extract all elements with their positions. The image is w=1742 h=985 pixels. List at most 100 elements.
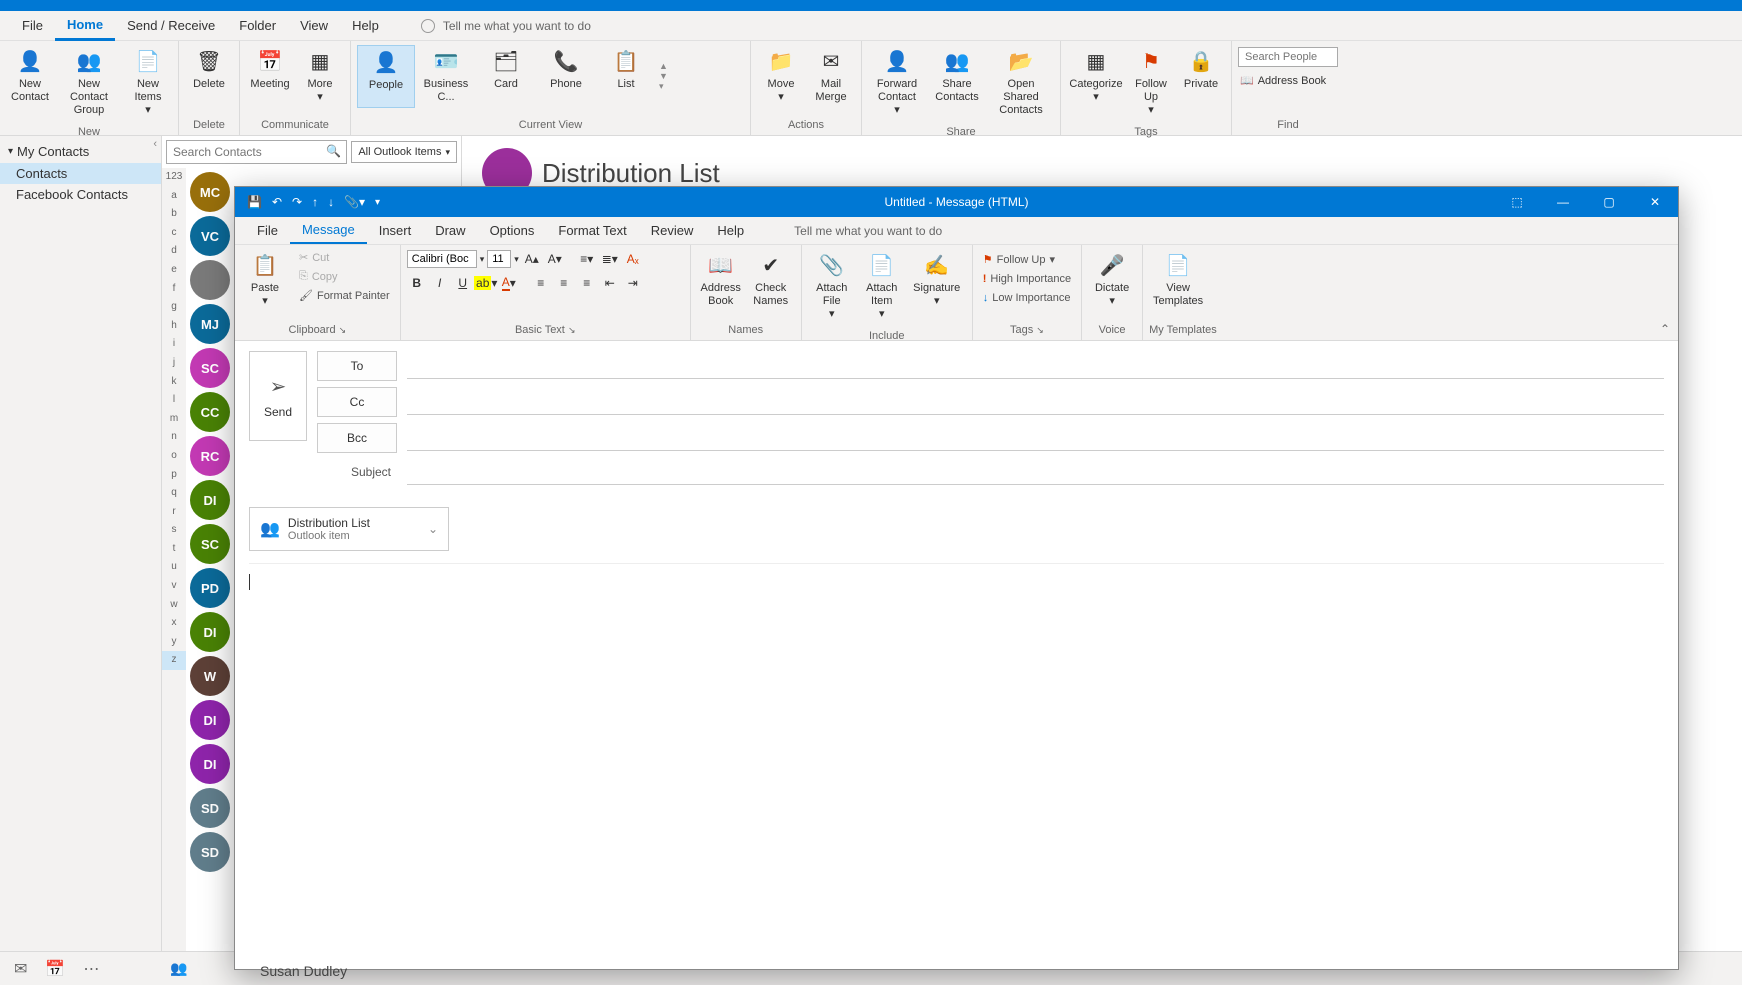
- chevron-down-icon[interactable]: ▾: [514, 254, 519, 265]
- maximize-button[interactable]: ▢: [1586, 187, 1632, 217]
- msg-tab-help[interactable]: Help: [705, 218, 756, 243]
- align-right-button[interactable]: ≡: [577, 273, 597, 293]
- nav-item-contacts[interactable]: Contacts: [0, 163, 161, 184]
- msg-tell-me[interactable]: Tell me what you want to do: [786, 224, 942, 238]
- high-importance-button[interactable]: !High Importance: [979, 271, 1075, 287]
- letter-t[interactable]: t: [162, 540, 186, 559]
- save-icon[interactable]: 💾: [247, 195, 262, 209]
- letter-x[interactable]: x: [162, 614, 186, 633]
- qat-more-icon[interactable]: ▾: [375, 197, 380, 208]
- letter-f[interactable]: f: [162, 280, 186, 299]
- nav-my-contacts[interactable]: ▾ My Contacts: [0, 140, 161, 163]
- font-color-button[interactable]: A▾: [499, 273, 519, 293]
- tab-view[interactable]: View: [288, 12, 340, 39]
- msg-tab-insert[interactable]: Insert: [367, 218, 424, 243]
- address-book-button[interactable]: 📖Address Book: [697, 249, 745, 312]
- letter-k[interactable]: k: [162, 373, 186, 392]
- copy-button[interactable]: ⎘Copy: [295, 268, 394, 285]
- letter-i[interactable]: i: [162, 335, 186, 354]
- letter-u[interactable]: u: [162, 558, 186, 577]
- shrink-font-button[interactable]: A▾: [545, 249, 565, 269]
- signature-button[interactable]: ✍Signature ▾: [908, 249, 966, 326]
- contact-avatar[interactable]: [190, 260, 230, 300]
- letter-y[interactable]: y: [162, 633, 186, 652]
- cut-button[interactable]: ✂Cut: [295, 249, 394, 266]
- letter-q[interactable]: q: [162, 484, 186, 503]
- forward-contact-button[interactable]: 👤Forward Contact ▾: [868, 45, 926, 122]
- contact-avatar[interactable]: MJ: [190, 304, 230, 344]
- letter-v[interactable]: v: [162, 577, 186, 596]
- letter-c[interactable]: c: [162, 224, 186, 243]
- prev-icon[interactable]: ↑: [312, 195, 318, 209]
- mail-view-icon[interactable]: ✉: [14, 959, 27, 979]
- categorize-button[interactable]: ▦Categorize ▾: [1067, 45, 1125, 122]
- dialog-launcher-icon[interactable]: ↘: [339, 325, 347, 335]
- tab-help[interactable]: Help: [340, 12, 391, 39]
- align-center-button[interactable]: ≡: [554, 273, 574, 293]
- letter-n[interactable]: n: [162, 428, 186, 447]
- search-contacts-input[interactable]: [166, 140, 347, 164]
- chevron-down-icon[interactable]: ▾: [480, 254, 485, 265]
- letter-j[interactable]: j: [162, 354, 186, 373]
- cc-button[interactable]: Cc: [317, 387, 397, 417]
- dialog-launcher-icon[interactable]: ↘: [568, 325, 576, 335]
- letter-a[interactable]: a: [162, 187, 186, 206]
- contact-avatar[interactable]: SC: [190, 524, 230, 564]
- private-button[interactable]: 🔒Private: [1177, 45, 1225, 122]
- letter-s[interactable]: s: [162, 521, 186, 540]
- bold-button[interactable]: B: [407, 273, 427, 293]
- send-button[interactable]: ➢ Send: [249, 351, 307, 441]
- increase-indent-button[interactable]: ⇥: [623, 273, 643, 293]
- view-card-button[interactable]: 🗂Card: [477, 45, 535, 108]
- letter-m[interactable]: m: [162, 410, 186, 429]
- delete-button[interactable]: 🗑Delete: [185, 45, 233, 95]
- align-left-button[interactable]: ≡: [531, 273, 551, 293]
- cc-field[interactable]: [407, 389, 1664, 415]
- people-status-icon[interactable]: 👥: [170, 960, 187, 977]
- letter-h[interactable]: h: [162, 317, 186, 336]
- contact-avatar[interactable]: PD: [190, 568, 230, 608]
- collapse-nav-button[interactable]: ‹: [153, 138, 157, 150]
- contact-avatar[interactable]: SD: [190, 788, 230, 828]
- decrease-indent-button[interactable]: ⇤: [600, 273, 620, 293]
- search-people-input[interactable]: [1238, 47, 1338, 67]
- follow-up-button[interactable]: ⚑Follow Up ▾: [979, 251, 1075, 268]
- new-contact-button[interactable]: 👤New Contact: [6, 45, 54, 122]
- contact-avatar[interactable]: DI: [190, 744, 230, 784]
- gallery-up-icon[interactable]: ▲: [659, 61, 668, 71]
- letter-123[interactable]: 123: [162, 168, 186, 187]
- new-contact-group-button[interactable]: 👥New Contact Group: [56, 45, 122, 122]
- msg-tab-file[interactable]: File: [245, 218, 290, 243]
- tab-home[interactable]: Home: [55, 11, 115, 41]
- font-name-box[interactable]: [407, 250, 477, 268]
- calendar-view-icon[interactable]: 📅: [45, 959, 65, 979]
- letter-g[interactable]: g: [162, 298, 186, 317]
- letter-l[interactable]: l: [162, 391, 186, 410]
- gallery-down-icon[interactable]: ▼: [659, 71, 668, 81]
- contact-avatar[interactable]: MC: [190, 172, 230, 212]
- move-button[interactable]: 📁Move ▾: [757, 45, 805, 108]
- meeting-button[interactable]: 📅Meeting: [246, 45, 294, 108]
- letter-o[interactable]: o: [162, 447, 186, 466]
- minimize-button[interactable]: —: [1540, 187, 1586, 217]
- collapse-ribbon-button[interactable]: ⌃: [1660, 322, 1670, 336]
- search-icon[interactable]: 🔍: [326, 144, 341, 158]
- format-painter-button[interactable]: 🖌Format Painter: [295, 287, 394, 304]
- msg-tab-draw[interactable]: Draw: [423, 218, 477, 243]
- attach-item-button[interactable]: 📄Attach Item ▾: [858, 249, 906, 326]
- view-templates-button[interactable]: 📄View Templates: [1149, 249, 1207, 312]
- letter-e[interactable]: e: [162, 261, 186, 280]
- view-business-card-button[interactable]: 🪪Business C...: [417, 45, 475, 108]
- more-button[interactable]: ▦More ▾: [296, 45, 344, 108]
- address-book-button[interactable]: 📖Address Book: [1238, 71, 1338, 90]
- attach-qat-icon[interactable]: 📎▾: [344, 195, 365, 209]
- next-icon[interactable]: ↓: [328, 195, 334, 209]
- message-body[interactable]: [249, 563, 1664, 963]
- bcc-field[interactable]: [407, 425, 1664, 451]
- tab-folder[interactable]: Folder: [227, 12, 288, 39]
- letter-p[interactable]: p: [162, 466, 186, 485]
- view-phone-button[interactable]: 📞Phone: [537, 45, 595, 108]
- bcc-button[interactable]: Bcc: [317, 423, 397, 453]
- letter-z[interactable]: z: [162, 651, 186, 670]
- letter-r[interactable]: r: [162, 503, 186, 522]
